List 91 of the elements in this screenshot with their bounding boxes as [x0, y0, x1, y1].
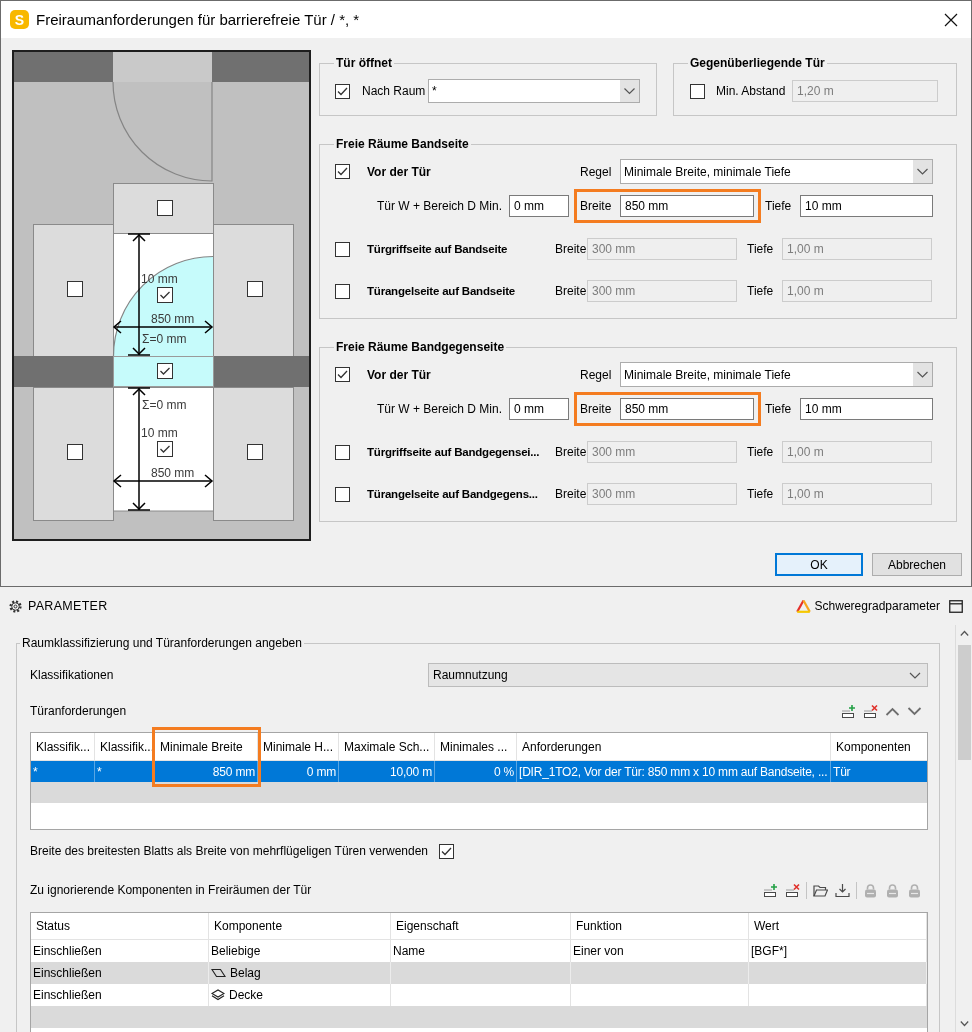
input-field[interactable]: 0 mm	[509, 398, 569, 420]
field-label: Breite	[580, 402, 613, 416]
layers-icon	[211, 989, 225, 1001]
warning-triangle-icon	[795, 599, 811, 613]
group-title: Freie Räume Bandseite	[335, 137, 470, 151]
table-cell: Belag	[230, 966, 261, 980]
field-label: Tiefe	[747, 487, 775, 501]
field-label: Breite	[580, 199, 613, 213]
dimension-label: 10 mm	[141, 426, 178, 440]
app-logo: S	[10, 10, 29, 29]
ok-button[interactable]: OK	[775, 553, 863, 576]
checkbox[interactable]	[157, 287, 173, 303]
scrollbar[interactable]	[955, 625, 972, 1032]
group-title: Freie Räume Bandgegenseite	[335, 340, 506, 354]
checkbox-label: Türgriffseite auf Bandgegensei...	[367, 446, 541, 458]
close-icon[interactable]	[944, 12, 958, 27]
folder-icon[interactable]	[813, 882, 828, 898]
input-field[interactable]: 10 mm	[800, 398, 933, 420]
group-title: Gegenüberliegende Tür	[689, 56, 826, 70]
dimension-label: Σ=0 mm	[142, 332, 187, 346]
checkbox[interactable]	[335, 83, 350, 99]
checkbox[interactable]	[67, 444, 83, 460]
window-icon[interactable]	[949, 599, 963, 613]
field-label: Breite	[555, 487, 587, 501]
severity-parameters-button[interactable]: Schweregradparameter	[795, 599, 940, 613]
field-label: Tiefe	[765, 199, 793, 213]
checkbox[interactable]	[157, 200, 173, 216]
dimension-label: 850 mm	[151, 466, 195, 480]
checkbox[interactable]	[247, 281, 263, 297]
field-label: Tiefe	[747, 445, 775, 459]
add-row-icon[interactable]	[763, 882, 778, 898]
checkbox[interactable]	[157, 363, 173, 379]
checkbox[interactable]	[439, 843, 454, 859]
checkbox-label: Türgriffseite auf Bandseite	[367, 243, 509, 255]
field-label: Tür W + Bereich D Min.	[377, 402, 504, 416]
dropdown[interactable]: Minimale Breite, minimale Tiefe	[620, 362, 933, 387]
checkbox-label: Vor der Tür	[367, 164, 432, 179]
table-row[interactable]: * * 850 mm 0 mm 10,00 m 0 % [DIR_1TO2, Vor der Tür: 850 mm x 10 mm auf Bandseite, ... Tür	[31, 761, 927, 782]
table-cell: Decke	[229, 988, 263, 1002]
group-title: Tür öffnet	[335, 56, 393, 70]
panel-title: PARAMETER	[28, 599, 108, 613]
checkbox[interactable]	[67, 281, 83, 297]
input-field[interactable]: 10 mm	[800, 195, 933, 217]
dropdown[interactable]: *	[428, 79, 640, 103]
table-row[interactable]: Einschließen Decke	[31, 984, 927, 1006]
chevron-down-icon[interactable]	[913, 160, 932, 183]
dimension-label: 850 mm	[151, 312, 195, 326]
field-label: Regel	[580, 367, 613, 382]
field-label: Regel	[580, 164, 613, 179]
input-field[interactable]: 0 mm	[509, 195, 569, 217]
checkbox[interactable]	[335, 367, 350, 382]
checkbox-label: Breite des breitesten Blatts als Breite von mehrflügeligen Türen verwenden	[30, 844, 428, 858]
field-label: Tiefe	[765, 402, 793, 416]
checkbox-label: Min. Abstand	[716, 84, 787, 98]
field-label: Klassifikationen	[30, 668, 115, 682]
tile-icon	[211, 968, 226, 978]
checkbox-label: Nach Raum	[362, 84, 427, 98]
field-label: Breite	[555, 284, 587, 298]
checkbox[interactable]	[157, 441, 173, 457]
download-icon[interactable]	[835, 882, 850, 898]
field-label: Breite	[555, 445, 587, 459]
field-label: Tiefe	[747, 242, 775, 256]
delete-row-icon[interactable]	[785, 882, 800, 898]
section-label: Türanforderungen	[30, 704, 127, 718]
dropdown[interactable]: Raumnutzung	[428, 663, 928, 687]
input-field[interactable]: 850 mm	[620, 398, 754, 420]
dropdown[interactable]: Minimale Breite, minimale Tiefe	[620, 159, 933, 184]
chevron-down-icon[interactable]	[620, 80, 639, 102]
window-title: Freiraumanforderungen für barrierefreie Tür / *, *	[36, 11, 361, 28]
checkbox-label: Vor der Tür	[367, 367, 432, 382]
field-label: Tiefe	[747, 284, 775, 298]
delete-row-icon[interactable]	[863, 703, 878, 719]
add-row-icon[interactable]	[841, 703, 856, 719]
group-title: Raumklassifizierung und Türanforderungen angeben	[21, 636, 303, 650]
table-row[interactable]: Einschließen Belag	[31, 962, 927, 984]
dimension-label: 10 mm	[141, 272, 178, 286]
field-label: Breite	[555, 242, 587, 256]
checkbox[interactable]	[335, 164, 350, 179]
section-label: Zu ignorierende Komponenten in Freiräumen der Tür	[30, 883, 312, 897]
cancel-button[interactable]: Abbrechen	[872, 553, 962, 576]
chevron-down-icon[interactable]	[909, 671, 921, 679]
checkbox[interactable]	[247, 444, 263, 460]
scrollbar-thumb[interactable]	[957, 645, 971, 760]
settings-icon[interactable]	[9, 599, 22, 613]
field-label: Tür W + Bereich D Min.	[377, 199, 504, 213]
checkbox-label: Türangelseite auf Bandseite	[367, 285, 516, 297]
dimension-label: Σ=0 mm	[142, 398, 187, 412]
chevron-down-icon[interactable]	[913, 363, 932, 386]
input-field[interactable]: 850 mm	[620, 195, 754, 217]
table-row[interactable]: Einschließen Beliebige Name Einer von [BGF*]	[31, 940, 927, 962]
checkbox-label: Türangelseite auf Bandgegens...	[367, 488, 539, 500]
